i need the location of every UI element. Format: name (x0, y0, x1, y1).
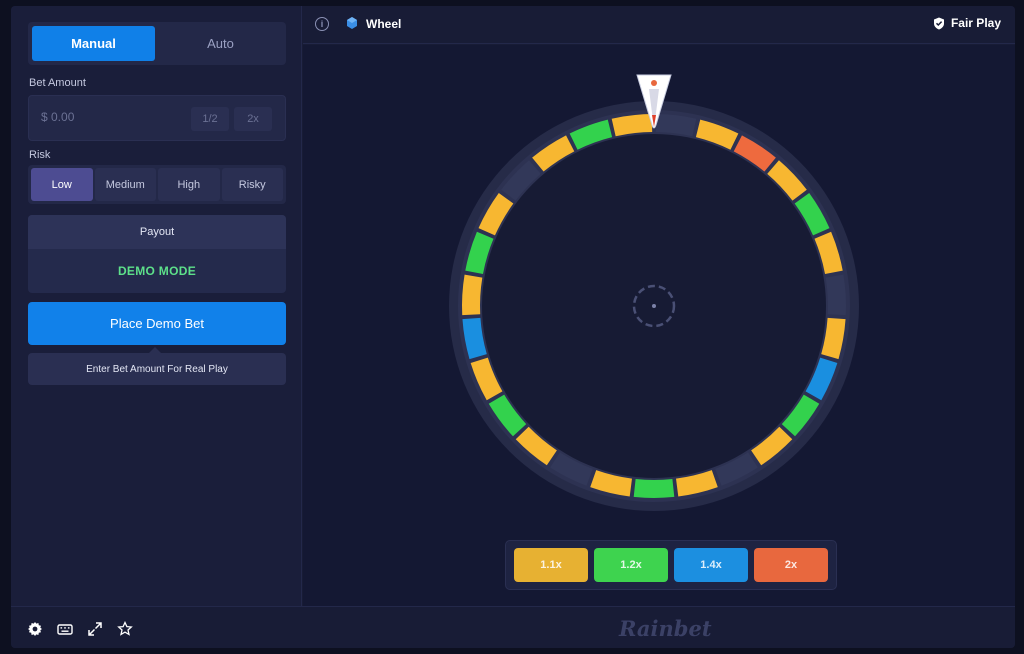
real-play-hint: Enter Bet Amount For Real Play (28, 347, 286, 385)
bet-amount-input[interactable]: $ 0.00 (41, 110, 74, 124)
wheel-segment-yellow (462, 274, 483, 316)
manual-tab[interactable]: Manual (32, 26, 155, 61)
risk-medium-button[interactable]: Medium (94, 168, 156, 201)
risk-high-button[interactable]: High (158, 168, 220, 201)
fullscreen-icon[interactable] (87, 621, 103, 637)
risk-low-button[interactable]: Low (31, 168, 93, 201)
settings-icon[interactable] (27, 621, 43, 637)
brand-logo: Rainbet (619, 616, 712, 641)
fair-play-label: Fair Play (950, 16, 1001, 30)
place-bet-button[interactable]: Place Demo Bet (28, 302, 286, 345)
bet-sidebar: Manual Auto Bet Amount $ 0.00 1/2 2x Ris… (11, 6, 302, 606)
wheel-segment-green (633, 479, 675, 498)
game-area: 1.1x 1.2x 1.4x 2x (303, 45, 1015, 606)
favorite-icon[interactable] (117, 621, 133, 637)
payout-panel: Payout DEMO MODE (28, 215, 286, 293)
wheel (449, 74, 859, 511)
game-window: Manual Auto Bet Amount $ 0.00 1/2 2x Ris… (11, 6, 1015, 648)
wheel-segment-gray (825, 274, 846, 316)
risk-label: Risk (29, 149, 51, 161)
bet-amount-field[interactable]: $ 0.00 1/2 2x (28, 95, 286, 141)
risk-selector: Low Medium High Risky (28, 165, 286, 204)
auto-tab[interactable]: Auto (159, 26, 282, 61)
game-footer: Rainbet (11, 606, 1015, 648)
half-bet-button[interactable]: 1/2 (191, 107, 229, 131)
game-title: Wheel (366, 17, 402, 31)
multiplier-legend: 1.1x 1.2x 1.4x 2x (505, 540, 837, 590)
wheel-game-icon (347, 17, 357, 29)
mode-toggle: Manual Auto (28, 22, 286, 65)
multiplier-1-4x: 1.4x (674, 548, 748, 582)
multiplier-1-1x: 1.1x (514, 548, 588, 582)
keyboard-icon[interactable] (57, 621, 73, 637)
shield-check-icon (933, 17, 944, 29)
payout-label: Payout (28, 215, 286, 249)
payout-value: DEMO MODE (117, 264, 197, 278)
risk-risky-button[interactable]: Risky (221, 168, 283, 201)
game-header: i Wheel Fair Play (303, 6, 1015, 44)
multiplier-2x: 2x (754, 548, 828, 582)
bet-amount-label: Bet Amount (29, 77, 86, 89)
multiplier-1-2x: 1.2x (594, 548, 668, 582)
fair-play-button[interactable]: Fair Play (933, 16, 1001, 30)
info-icon[interactable]: i (315, 17, 329, 31)
double-bet-button[interactable]: 2x (234, 107, 272, 131)
wheel-center-dot (652, 304, 656, 308)
